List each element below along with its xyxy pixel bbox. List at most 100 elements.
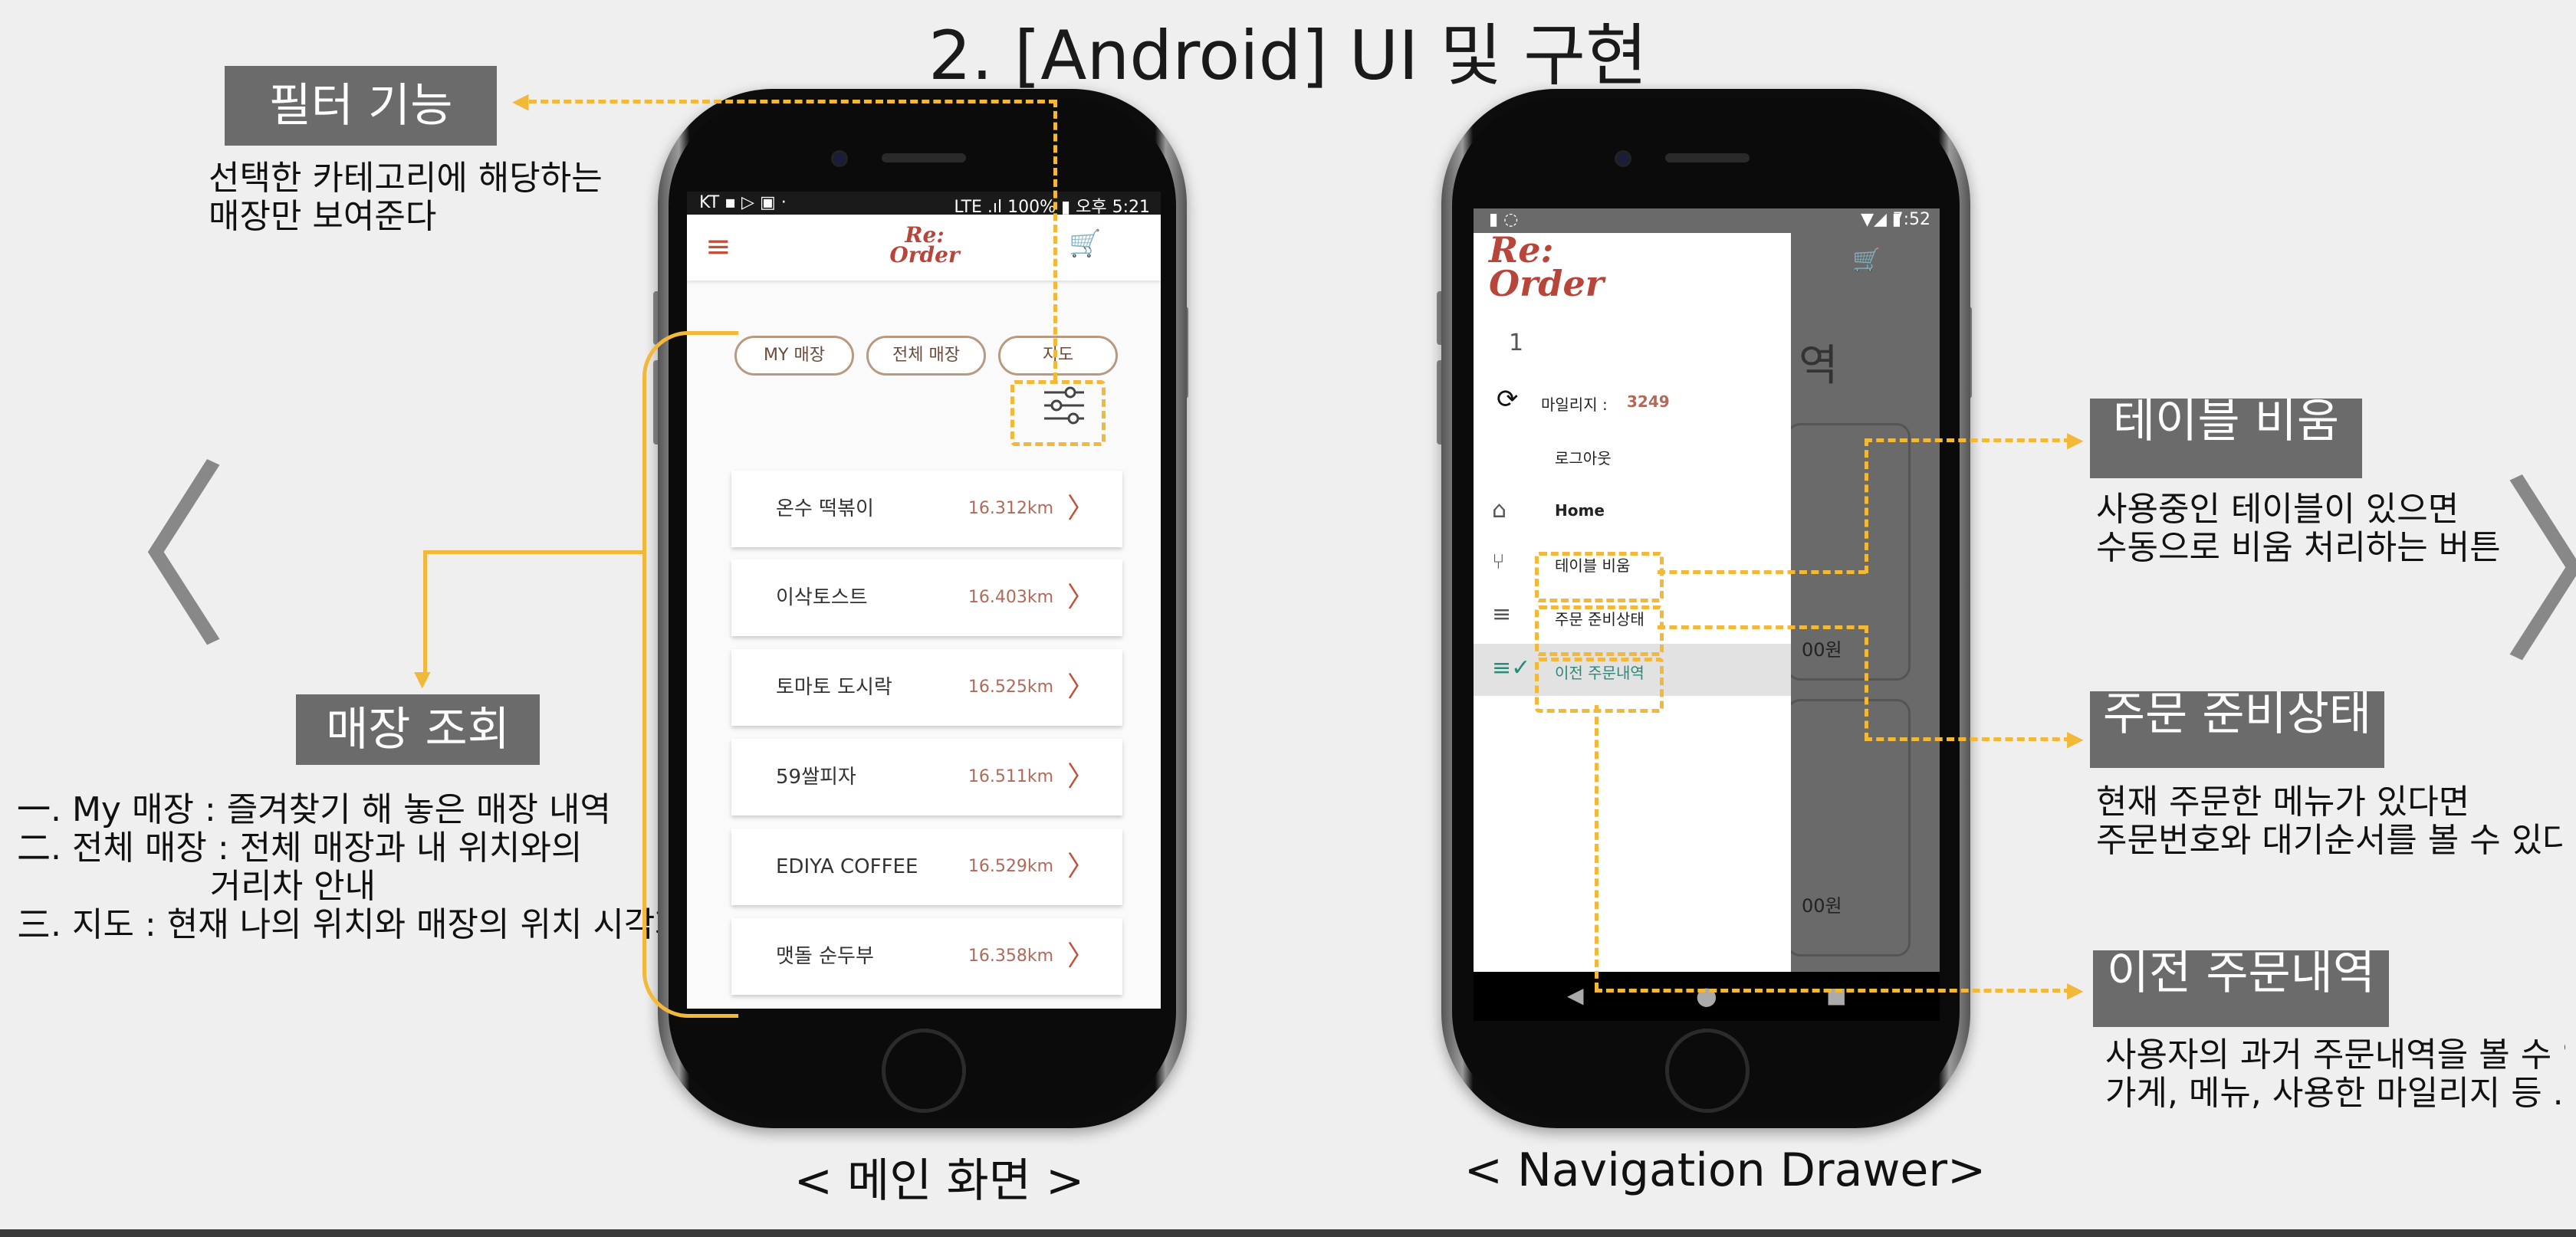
table-highlight xyxy=(1535,552,1664,602)
tab-map[interactable]: 지도 xyxy=(998,336,1118,376)
mileage-label: 마일리지 : xyxy=(1541,395,1608,414)
refresh-icon[interactable]: ⟳ xyxy=(1497,386,1519,412)
filter-callout-desc: 선택한 카테고리에 해당하는 매장만 보여준다 xyxy=(209,159,603,236)
chevron-right-icon: 〉 xyxy=(1066,671,1095,703)
table-connector xyxy=(1658,570,1866,574)
store-distance: 16.358km xyxy=(968,947,1053,966)
tab-all-store[interactable]: 전체 매장 xyxy=(866,336,986,376)
store-list-item[interactable]: 토마토 도시락 16.525km 〉 xyxy=(731,649,1122,726)
chevron-right-icon: 〉 xyxy=(1066,851,1095,882)
store-name: 이삭토스트 xyxy=(776,586,868,609)
user-number: 1 xyxy=(1509,330,1524,356)
status-left: KT ▪ ▷ ▣ · xyxy=(699,193,787,212)
drawer-screen-caption: < Navigation Drawer> xyxy=(1464,1143,1986,1197)
arrow-head-icon: ◀ xyxy=(512,88,529,113)
back-icon[interactable]: ◀ xyxy=(1567,983,1584,1008)
playlist-icon: ≡ xyxy=(1492,601,1512,628)
table-callout-desc: 사용중인 테이블이 있으면 수동으로 비움 처리하는 버튼 xyxy=(2096,490,2501,567)
store-name: 59쌀피자 xyxy=(776,766,856,789)
history-connector xyxy=(1595,705,1598,990)
next-slide-icon[interactable]: 〉 xyxy=(2499,475,2576,674)
speaker-grille xyxy=(1665,153,1750,162)
store-list-item[interactable]: 59쌀피자 16.511km 〉 xyxy=(731,739,1122,815)
arrow-head-icon: ▶ xyxy=(2067,977,2084,1002)
bg-price: 00원 xyxy=(1802,895,1842,917)
logout-link[interactable]: 로그아웃 xyxy=(1555,446,1612,468)
tab-my-store[interactable]: MY 매장 xyxy=(734,336,854,376)
speaker-grille xyxy=(882,153,966,162)
bg-heading: 역 xyxy=(1799,341,1838,391)
chevron-right-icon: 〉 xyxy=(1066,493,1095,524)
home-button[interactable] xyxy=(1665,1029,1750,1113)
bg-price: 00원 xyxy=(1802,639,1842,661)
main-screen: KT ▪ ▷ ▣ · LTE .ıl 100% ▮ 오후 5:21 ≡ Re: … xyxy=(687,192,1161,1009)
home-nav-icon[interactable]: ● xyxy=(1696,981,1717,1010)
cart-icon: 🛒 xyxy=(1852,247,1881,274)
arrow-head-icon: ▼ xyxy=(414,666,431,691)
playlist-check-icon: ≡✓ xyxy=(1492,655,1531,681)
store-name: 토마토 도시락 xyxy=(776,676,892,699)
history-callout-desc: 사용자의 과거 주문내역을 볼 수 있다 가게, 메뉴, 사용한 마일리지 등 … xyxy=(2105,1036,2565,1113)
order-status-highlight xyxy=(1535,605,1664,656)
arrow-head-icon: ▶ xyxy=(2067,726,2084,751)
drawer-item-home[interactable]: ⌂ Home xyxy=(1474,486,1791,535)
menu-icon[interactable]: ≡ xyxy=(705,231,731,262)
filter-highlight xyxy=(1010,380,1106,446)
history-connector xyxy=(1595,989,2072,993)
order-status-connector xyxy=(1658,625,1866,629)
status-icons: ▮ ◌ xyxy=(1489,210,1519,229)
store-name: 온수 떡볶이 xyxy=(776,497,874,520)
main-screen-caption: < 메인 화면 > xyxy=(794,1154,1085,1208)
store-list-item[interactable]: 온수 떡볶이 16.312km 〉 xyxy=(731,471,1122,547)
store-name: 맷돌 순두부 xyxy=(776,945,874,968)
app-logo: Re: Order xyxy=(889,222,960,267)
android-nav-bar: ◀ ● ■ xyxy=(1474,972,1940,1021)
store-callout-desc: 一. My 매장 : 즐겨찾기 해 놓은 매장 내역 二. 전체 매장 : 전체… xyxy=(17,790,686,944)
home-button[interactable] xyxy=(882,1029,966,1113)
order-status-connector xyxy=(1865,625,1868,740)
history-highlight xyxy=(1535,658,1664,713)
store-distance: 16.312km xyxy=(968,499,1053,518)
chevron-right-icon: 〉 xyxy=(1066,582,1095,613)
camera-icon xyxy=(831,150,848,167)
home-icon: ⌂ xyxy=(1492,497,1507,523)
store-list-bracket xyxy=(642,331,738,1018)
status-time: 7:52 xyxy=(1892,210,1930,229)
chevron-right-icon: 〉 xyxy=(1066,940,1095,972)
filter-callout-title: 필터 기능 xyxy=(225,66,497,146)
store-connector xyxy=(423,550,644,554)
drawer-item-label: Home xyxy=(1555,501,1605,520)
status-bar: KT ▪ ▷ ▣ · LTE .ıl 100% ▮ 오후 5:21 xyxy=(687,192,1161,217)
bottom-bar xyxy=(0,1229,2576,1237)
store-distance: 16.529km xyxy=(968,857,1053,876)
order-status-callout-title: 주문 준비상태 xyxy=(2090,691,2384,768)
drawer-logo: Re: Order xyxy=(1489,229,1604,304)
camera-icon xyxy=(1615,150,1631,167)
recents-icon[interactable]: ■ xyxy=(1826,983,1846,1008)
store-distance: 16.403km xyxy=(968,588,1053,607)
store-list-item[interactable]: EDIYA COFFEE 16.529km 〉 xyxy=(731,828,1122,905)
store-list-item[interactable]: 맷돌 순두부 16.358km 〉 xyxy=(731,918,1122,995)
app-bar: ≡ Re: Order 🛒 xyxy=(687,215,1161,281)
prev-slide-icon[interactable]: 〈 xyxy=(31,460,230,659)
filter-connector xyxy=(529,100,1056,103)
table-connector xyxy=(1865,438,2072,442)
cart-icon[interactable]: 🛒 xyxy=(1069,228,1101,259)
navigation-drawer: Re: Order 1 ⟳ 마일리지 : 3249 로그아웃 ⌂ Home ⑂ … xyxy=(1474,229,1791,972)
table-callout-title: 테이블 비움 xyxy=(2090,399,2362,478)
history-callout-title: 이전 주문내역 xyxy=(2093,950,2389,1027)
store-name: EDIYA COFFEE xyxy=(776,855,918,878)
store-distance: 16.525km xyxy=(968,678,1053,697)
chevron-right-icon: 〉 xyxy=(1066,761,1095,792)
store-callout-title: 매장 조회 xyxy=(296,694,540,765)
store-list-item[interactable]: 이삭토스트 16.403km 〉 xyxy=(731,559,1122,636)
filter-connector xyxy=(1053,100,1057,380)
dimmed-content: 🛒 역 00원 00원 xyxy=(1786,208,1940,972)
order-status-connector xyxy=(1865,737,2072,741)
order-status-callout-desc: 현재 주문한 메뉴가 있다면 주문번호와 대기순서를 볼 수 있다 xyxy=(2096,783,2564,860)
arrow-head-icon: ▶ xyxy=(2067,427,2084,452)
store-connector xyxy=(423,550,427,673)
store-distance: 16.511km xyxy=(968,767,1053,786)
seat-icon: ⑂ xyxy=(1492,549,1505,574)
mileage-value: 3249 xyxy=(1627,392,1670,411)
